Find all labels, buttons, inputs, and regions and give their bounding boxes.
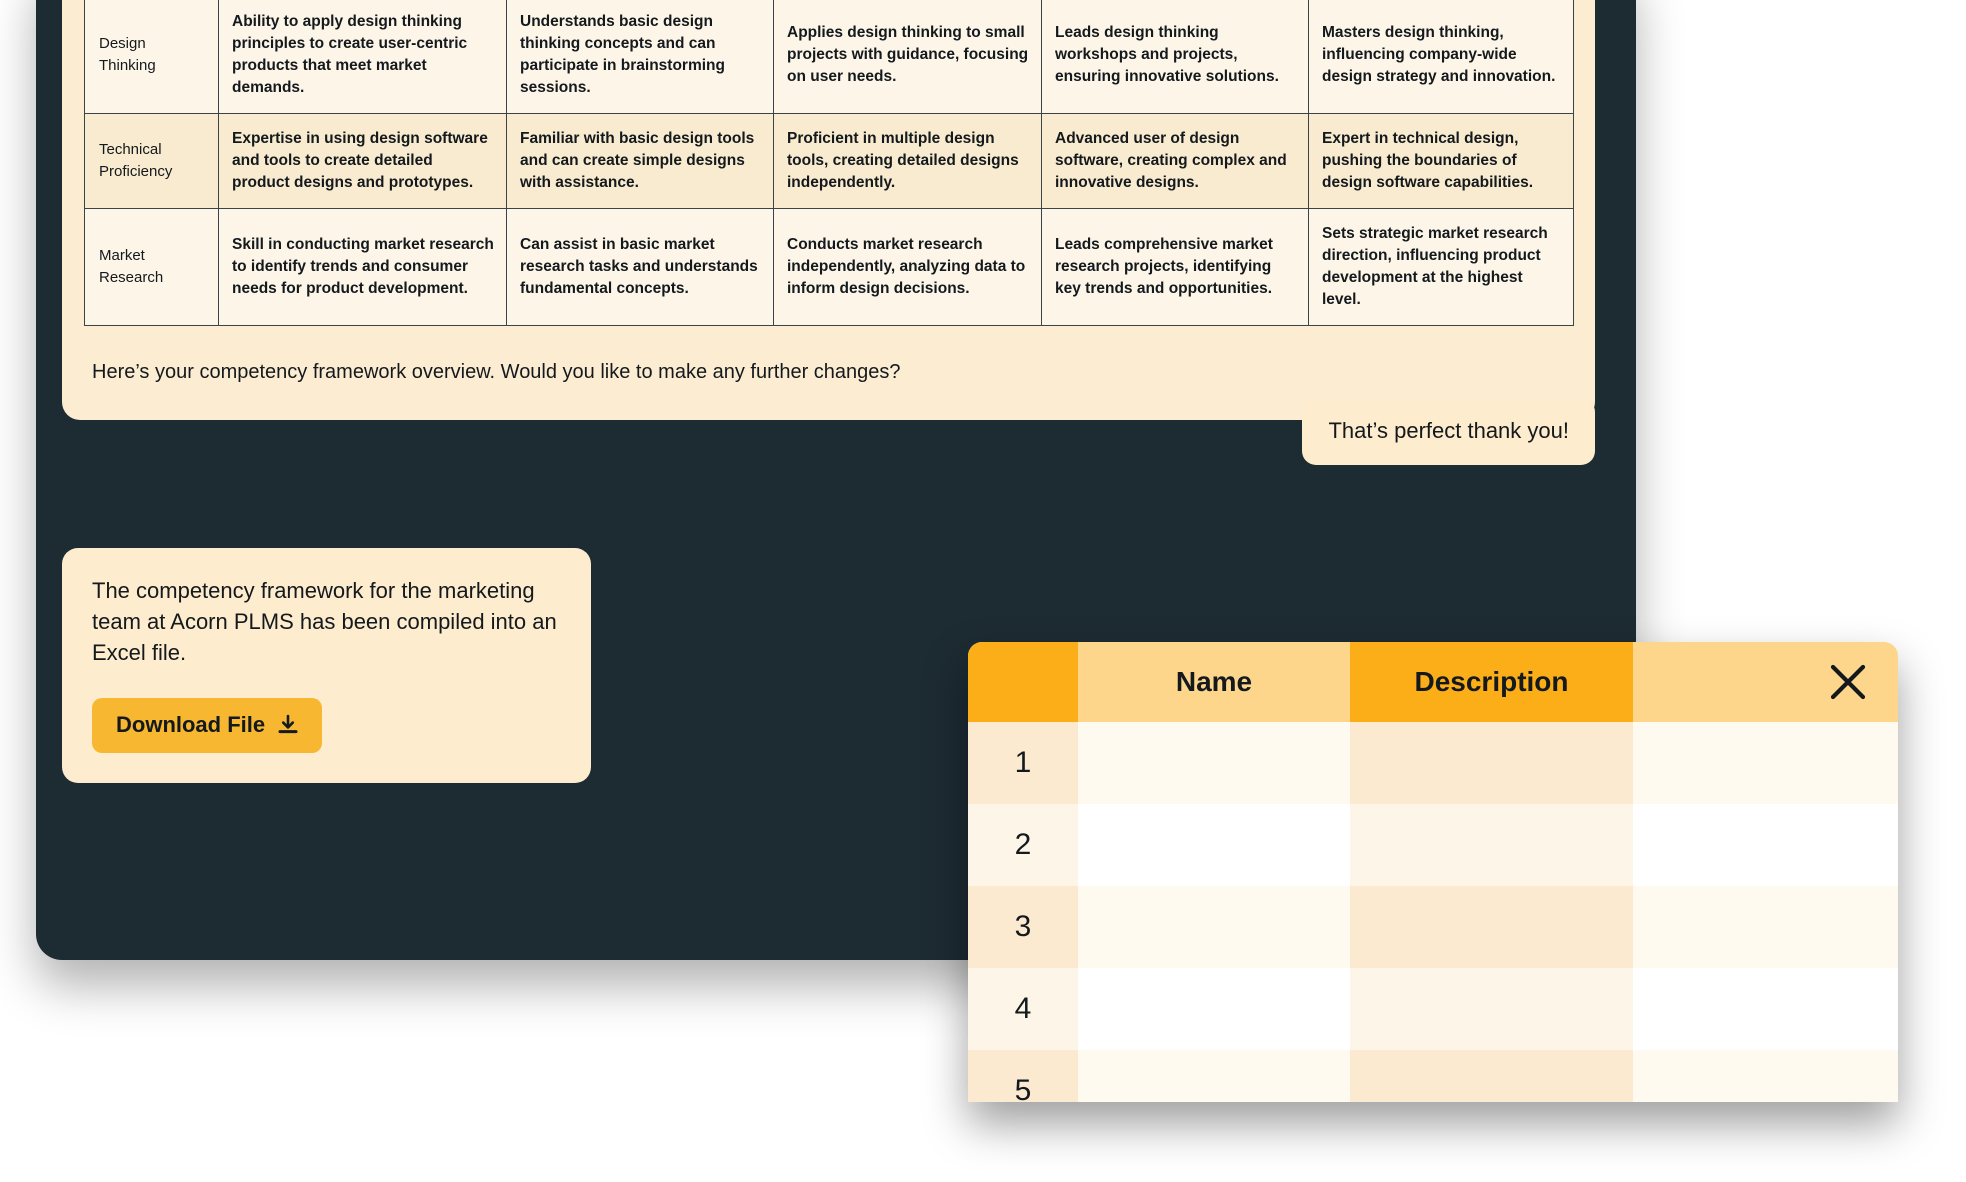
competency-cell: Familiar with basic design tools and can… [506,113,774,209]
spreadsheet-cell-name[interactable] [1078,886,1350,968]
competency-framework-table: Design Thinking Ability to apply design … [84,0,1574,326]
spreadsheet-cell-extra[interactable] [1633,722,1898,804]
table-row: Design Thinking Ability to apply design … [84,0,1574,114]
competency-cell: Expert in technical design, pushing the … [1308,113,1574,209]
spreadsheet-overlay-panel: Name Description 1 2 3 4 5 [968,642,1898,1102]
competency-cell: Proficient in multiple design tools, cre… [773,113,1042,209]
competency-cell: Conducts market research independently, … [773,208,1042,326]
spreadsheet-corner-cell [968,642,1078,722]
spreadsheet-cell-name[interactable] [1078,1050,1350,1102]
user-message-bubble: That’s perfect thank you! [1302,398,1595,465]
spreadsheet-cell-extra[interactable] [1633,1050,1898,1102]
spreadsheet-column-header-name[interactable]: Name [1078,642,1350,722]
competency-table-wrapper: Design Thinking Ability to apply design … [84,0,1574,326]
assistant-message-table-bubble: Design Thinking Ability to apply design … [62,0,1595,420]
user-message-text: That’s perfect thank you! [1328,418,1569,443]
competency-cell: Expertise in using design software and t… [218,113,507,209]
spreadsheet-row: 4 [968,968,1898,1050]
spreadsheet-row: 1 [968,722,1898,804]
competency-cell: Leads comprehensive market research proj… [1041,208,1309,326]
spreadsheet-cell-description[interactable] [1350,968,1633,1050]
spreadsheet-cell-description[interactable] [1350,722,1633,804]
spreadsheet-cell-extra[interactable] [1633,886,1898,968]
spreadsheet-row-number: 5 [968,1050,1078,1102]
competency-cell: Ability to apply design thinking princip… [218,0,507,114]
competency-table-body: Design Thinking Ability to apply design … [84,0,1574,326]
close-icon[interactable] [1826,660,1870,704]
competency-cell: Sets strategic market research direction… [1308,208,1574,326]
spreadsheet-cell-name[interactable] [1078,804,1350,886]
competency-cell: Leads design thinking workshops and proj… [1041,0,1309,114]
spreadsheet-column-header-description[interactable]: Description [1350,642,1633,722]
spreadsheet-row: 2 [968,804,1898,886]
spreadsheet-cell-description[interactable] [1350,804,1633,886]
download-card-text: The competency framework for the marketi… [92,578,557,666]
spreadsheet-cell-description[interactable] [1350,886,1633,968]
competency-cell: Advanced user of design software, creati… [1041,113,1309,209]
competency-cell: Can assist in basic market research task… [506,208,774,326]
spreadsheet-row-number: 3 [968,886,1078,968]
download-file-button[interactable]: Download File [92,697,323,753]
spreadsheet-header-row: Name Description [968,642,1898,722]
spreadsheet-table: Name Description 1 2 3 4 5 [968,642,1898,1102]
competency-name: Technical Proficiency [84,113,219,209]
app-root: Design Thinking Ability to apply design … [0,0,1966,1182]
download-card: The competency framework for the marketi… [62,548,591,783]
spreadsheet-cell-extra[interactable] [1633,804,1898,886]
download-icon [276,713,300,737]
competency-cell: Applies design thinking to small project… [773,0,1042,114]
table-row: Market Research Skill in conducting mark… [84,208,1574,326]
spreadsheet-body: 1 2 3 4 5 [968,722,1898,1102]
competency-cell: Understands basic design thinking concep… [506,0,774,114]
competency-cell: Masters design thinking, influencing com… [1308,0,1574,114]
download-file-button-label: Download File [116,711,266,737]
spreadsheet-header: Name Description [968,642,1898,722]
spreadsheet-row-number: 2 [968,804,1078,886]
spreadsheet-row: 3 [968,886,1898,968]
competency-cell: Skill in conducting market research to i… [218,208,507,326]
spreadsheet-row: 5 [968,1050,1898,1102]
competency-name: Market Research [84,208,219,326]
spreadsheet-row-number: 4 [968,968,1078,1050]
spreadsheet-cell-name[interactable] [1078,722,1350,804]
competency-name: Design Thinking [84,0,219,114]
spreadsheet-column-header-extra [1633,642,1898,722]
spreadsheet-cell-description[interactable] [1350,1050,1633,1102]
table-row: Technical Proficiency Expertise in using… [84,113,1574,209]
spreadsheet-row-number: 1 [968,722,1078,804]
spreadsheet-cell-extra[interactable] [1633,968,1898,1050]
spreadsheet-cell-name[interactable] [1078,968,1350,1050]
